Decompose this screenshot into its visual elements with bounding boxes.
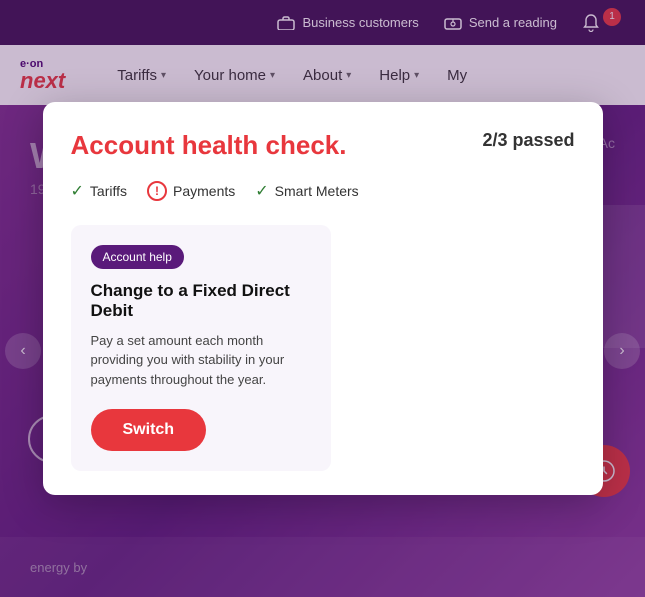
check-payments: ! Payments [147,181,235,201]
modal-checks: ✓ Tariffs ! Payments ✓ Smart Meters [71,181,575,201]
modal-score: 2/3 passed [482,130,574,151]
modal-header: Account health check. 2/3 passed [71,130,575,161]
tariffs-check-label: Tariffs [90,183,127,199]
modal-title: Account health check. [71,130,347,161]
payments-warning-icon: ! [147,181,167,201]
account-help-card: Account help Change to a Fixed Direct De… [71,225,331,472]
card-badge: Account help [91,245,184,269]
tariffs-check-icon: ✓ [71,181,84,201]
card-title: Change to a Fixed Direct Debit [91,281,311,321]
check-tariffs: ✓ Tariffs [71,181,128,201]
card-description: Pay a set amount each month providing yo… [91,331,311,390]
smart-meters-check-label: Smart Meters [275,183,359,199]
account-health-modal: Account health check. 2/3 passed ✓ Tarif… [43,102,603,496]
modal-overlay: Account health check. 2/3 passed ✓ Tarif… [0,0,645,597]
payments-check-label: Payments [173,183,235,199]
switch-button[interactable]: Switch [91,409,207,451]
check-smart-meters: ✓ Smart Meters [255,181,358,201]
smart-meters-check-icon: ✓ [255,181,268,201]
